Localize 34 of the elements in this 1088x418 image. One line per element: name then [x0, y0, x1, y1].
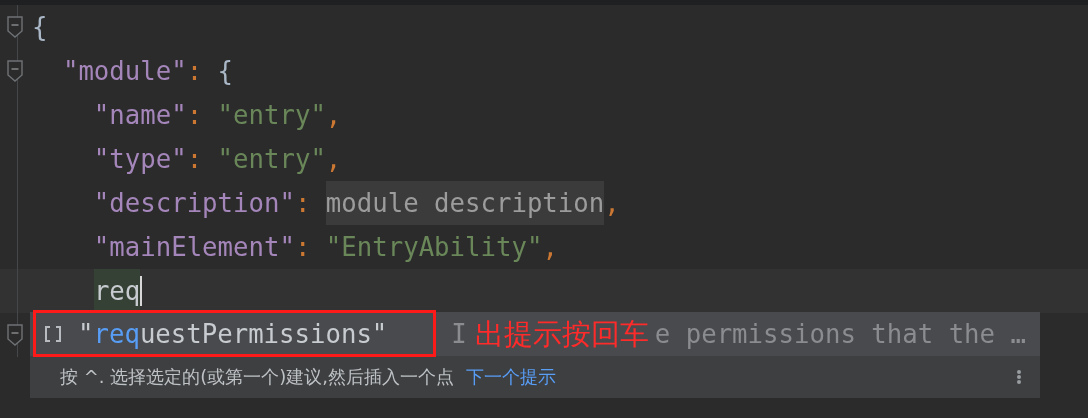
code-token: "entry" — [216, 100, 326, 130]
code-token: , — [325, 100, 342, 130]
code-token: { — [32, 12, 48, 42]
code-token: : — [186, 100, 203, 130]
completion-item[interactable]: "requestPermissions" I 出提示按回车 e permissions that the … — [30, 312, 1040, 356]
code-token: "mainElement" — [92, 232, 295, 262]
code-token: "description" — [92, 188, 295, 218]
fold-icon[interactable] — [7, 324, 23, 346]
text-cursor — [140, 276, 143, 306]
fold-icon[interactable] — [7, 60, 23, 82]
more-icon[interactable] — [1016, 370, 1022, 384]
code-token: , — [604, 188, 620, 218]
hint-text: 按 ^. 选择选定的(或第一个)建议,然后插入一个点 — [60, 365, 454, 389]
placeholder-text: module description — [325, 181, 605, 225]
code-token: "entry" — [216, 144, 326, 174]
code-token: "name" — [92, 100, 187, 130]
code-token: : — [186, 144, 203, 174]
code-token: "module" — [61, 56, 187, 86]
code-token: , — [542, 232, 558, 262]
code-token: , — [325, 144, 342, 174]
code-token: "EntryAbility" — [324, 232, 543, 262]
next-tip-link[interactable]: 下一个提示 — [466, 365, 556, 389]
typed-text: req — [93, 269, 141, 313]
fold-icon[interactable] — [7, 16, 23, 38]
code-token: : — [294, 188, 312, 218]
brackets-icon — [44, 325, 62, 343]
code-token: : — [186, 56, 203, 86]
code-token: "type" — [92, 144, 187, 174]
code-token: : — [294, 232, 311, 262]
annotation-text: 出提示按回车 — [474, 316, 649, 352]
code-token: { — [216, 56, 234, 86]
completion-label: "requestPermissions" — [78, 319, 388, 349]
completion-description: I — [451, 319, 467, 349]
completion-description: e permissions that the … — [654, 319, 1026, 349]
